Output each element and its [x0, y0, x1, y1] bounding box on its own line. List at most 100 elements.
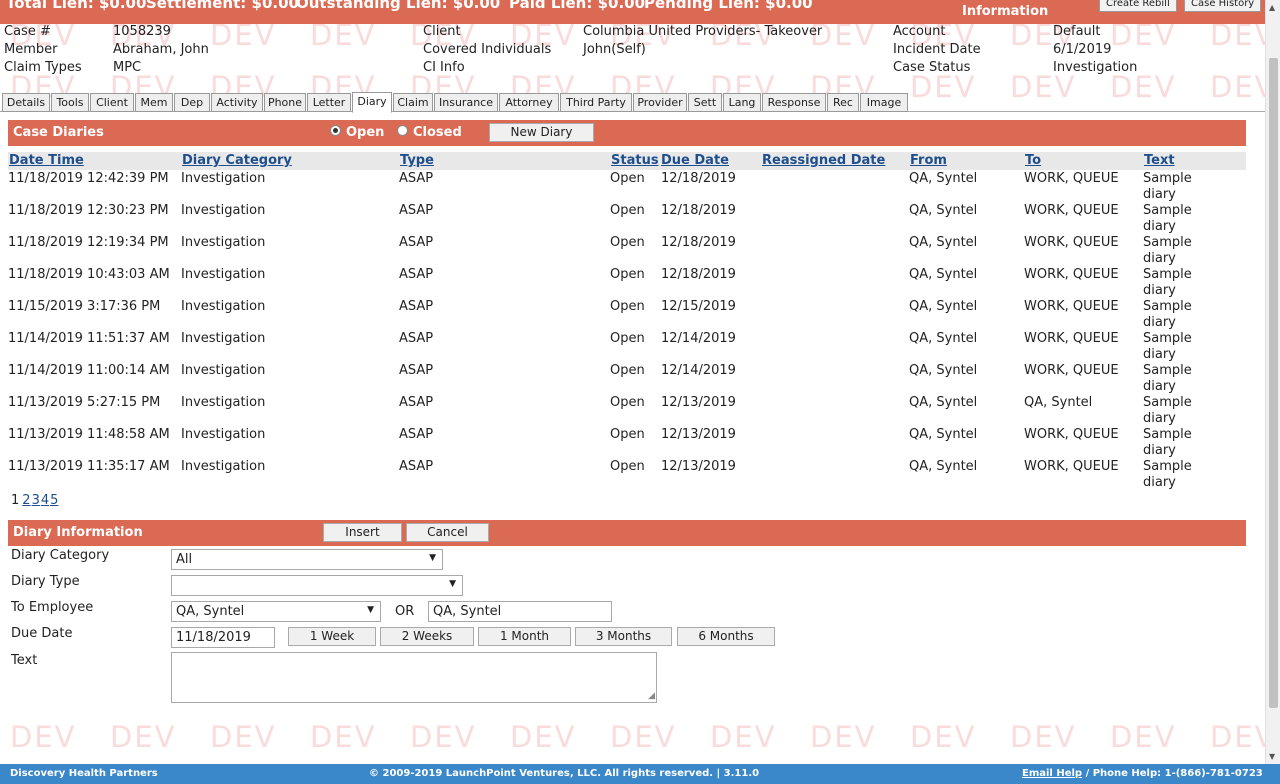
diary-type: ASAP — [399, 171, 434, 186]
diary-from: QA, Syntel — [909, 171, 978, 186]
col-due-date[interactable]: Due Date — [661, 153, 729, 168]
table-row[interactable]: 11/13/2019 11:35:17 AM Investigation ASAP O… — [8, 459, 1246, 491]
diary-category: Investigation — [181, 171, 266, 186]
table-row[interactable]: 11/18/2019 12:42:39 PM Investigation ASAP O… — [8, 171, 1246, 203]
radio-checked-icon[interactable] — [330, 125, 341, 136]
diary-due-date: 12/13/2019 — [661, 427, 736, 442]
quick-date-3-months-button[interactable]: 3 Months — [575, 627, 672, 646]
tab-details[interactable]: Details — [2, 93, 50, 112]
col-text[interactable]: Text — [1144, 153, 1175, 168]
diary-text: Sample diary — [1143, 267, 1192, 298]
diary-text: Sample diary — [1143, 459, 1192, 490]
tab-attorney[interactable]: Attorney — [499, 93, 559, 112]
diary-to: WORK, QUEUE — [1024, 299, 1119, 314]
account-label: Account — [893, 24, 946, 39]
table-row[interactable]: 11/14/2019 11:51:37 AM Investigation ASAP O… — [8, 331, 1246, 363]
tab-insurance[interactable]: Insurance — [434, 93, 498, 112]
paid-lien: Paid Lien: $0.00 — [509, 0, 646, 12]
tab-image[interactable]: Image — [860, 93, 908, 112]
resize-grip-icon[interactable]: ◢ — [648, 691, 655, 701]
tab-lang[interactable]: Lang — [723, 93, 761, 112]
diary-datetime: 11/14/2019 11:51:37 AM — [8, 331, 170, 346]
footer-copyright: © 2009-2019 LaunchPoint Ventures, LLC. A… — [369, 768, 760, 779]
tab-diary[interactable]: Diary — [352, 92, 392, 113]
diary-due-date: 12/13/2019 — [661, 459, 736, 474]
page-2[interactable]: 2 — [22, 493, 30, 508]
scroll-thumb[interactable] — [1269, 58, 1278, 708]
case-history-button[interactable]: Case History — [1184, 0, 1262, 12]
table-row[interactable]: 11/13/2019 5:27:15 PM Investigation ASAP Op… — [8, 395, 1246, 427]
col-type[interactable]: Type — [400, 153, 434, 168]
tab-client[interactable]: Client — [90, 93, 134, 112]
diary-type: ASAP — [399, 203, 434, 218]
table-row[interactable]: 11/18/2019 12:30:23 PM Investigation ASAP O… — [8, 203, 1246, 235]
page-5[interactable]: 5 — [50, 493, 58, 508]
diary-to: WORK, QUEUE — [1024, 171, 1119, 186]
diary-from: QA, Syntel — [909, 267, 978, 282]
tab-response[interactable]: Response — [762, 93, 826, 112]
watermark-text: DEV — [210, 720, 277, 754]
diary-text: Sample diary — [1143, 171, 1192, 202]
col-to[interactable]: To — [1025, 153, 1041, 168]
col-reassigned-date[interactable]: Reassigned Date — [762, 153, 885, 168]
diary-due-date: 12/18/2019 — [661, 235, 736, 250]
scroll-up-arrow-icon[interactable]: ▲ — [1269, 3, 1275, 12]
tab-tools[interactable]: Tools — [51, 93, 89, 112]
diary-type-select[interactable]: ▼ — [171, 575, 463, 596]
quick-date-1-month-button[interactable]: 1 Month — [478, 627, 571, 646]
settlement: Settlement: $0.00 — [146, 0, 299, 12]
create-rebill-button[interactable]: Create Rebill — [1099, 0, 1177, 12]
table-row[interactable]: 11/18/2019 10:43:03 AM Investigation ASAP O… — [8, 267, 1246, 299]
diary-datetime: 11/18/2019 12:19:34 PM — [8, 235, 169, 250]
quick-date-2-weeks-button[interactable]: 2 Weeks — [380, 627, 474, 646]
dropdown-arrow-icon: ▼ — [367, 605, 374, 615]
col-date-time[interactable]: Date Time — [9, 153, 84, 168]
page-3[interactable]: 3 — [32, 493, 40, 508]
table-row[interactable]: 11/18/2019 12:19:34 PM Investigation ASAP O… — [8, 235, 1246, 267]
col-status[interactable]: Status — [611, 153, 659, 168]
tab-rec[interactable]: Rec — [827, 93, 859, 112]
col-diary-category[interactable]: Diary Category — [182, 153, 292, 168]
diary-from: QA, Syntel — [909, 363, 978, 378]
new-diary-button[interactable]: New Diary — [489, 123, 594, 142]
table-row[interactable]: 11/14/2019 11:00:14 AM Investigation ASAP O… — [8, 363, 1246, 395]
tab-sett[interactable]: Sett — [688, 93, 722, 112]
information-title: Information — [962, 4, 1049, 19]
page-4[interactable]: 4 — [41, 493, 49, 508]
scroll-down-arrow-icon[interactable]: ▼ — [1269, 752, 1275, 761]
tab-third-party[interactable]: Third Party — [560, 93, 632, 112]
tab-letter[interactable]: Letter — [307, 93, 351, 112]
insert-button[interactable]: Insert — [323, 523, 402, 542]
col-from[interactable]: From — [910, 153, 947, 168]
tab-mem[interactable]: Mem — [135, 93, 173, 112]
case-header-info: Case # 1058239 Member Abraham, John Clai… — [0, 24, 1265, 92]
tab-claim[interactable]: Claim — [393, 93, 433, 112]
open-filter-radio[interactable]: Open — [330, 125, 384, 140]
tab-phone[interactable]: Phone — [264, 93, 306, 112]
diary-category: Investigation — [181, 363, 266, 378]
table-row[interactable]: 11/15/2019 3:17:36 PM Investigation ASAP Op… — [8, 299, 1246, 331]
due-date-input[interactable]: 11/18/2019 — [171, 627, 275, 648]
tab-activity[interactable]: Activity — [211, 93, 263, 112]
diary-due-date: 12/13/2019 — [661, 395, 736, 410]
diary-category: Investigation — [181, 203, 266, 218]
quick-date-1-week-button[interactable]: 1 Week — [288, 627, 376, 646]
tab-provider[interactable]: Provider — [633, 93, 687, 112]
email-help-link[interactable]: Email Help — [1022, 768, 1082, 779]
diary-table-header: Date Time Diary Category Type Status Due… — [8, 152, 1246, 170]
quick-date-6-months-button[interactable]: 6 Months — [677, 627, 775, 646]
diary-category-select[interactable]: All ▼ — [171, 549, 443, 570]
table-row[interactable]: 11/13/2019 11:48:58 AM Investigation ASAP O… — [8, 427, 1246, 459]
cancel-button[interactable]: Cancel — [406, 523, 489, 542]
closed-filter-radio[interactable]: Closed — [397, 125, 462, 140]
diary-text-area[interactable]: ◢ — [171, 652, 657, 703]
vertical-scrollbar[interactable]: ▲ ▼ — [1265, 0, 1280, 764]
to-employee-value: QA, Syntel — [176, 604, 245, 619]
case-tabs: Details Tools Client Mem Dep Activity Phone Let… — [0, 92, 1265, 113]
radio-unchecked-icon[interactable] — [397, 125, 408, 136]
tab-dep[interactable]: Dep — [174, 93, 210, 112]
diary-from: QA, Syntel — [909, 459, 978, 474]
case-diaries-title: Case Diaries — [13, 125, 104, 140]
to-employee-select[interactable]: QA, Syntel ▼ — [171, 601, 381, 622]
to-employee-text-input[interactable]: QA, Syntel — [428, 601, 612, 622]
